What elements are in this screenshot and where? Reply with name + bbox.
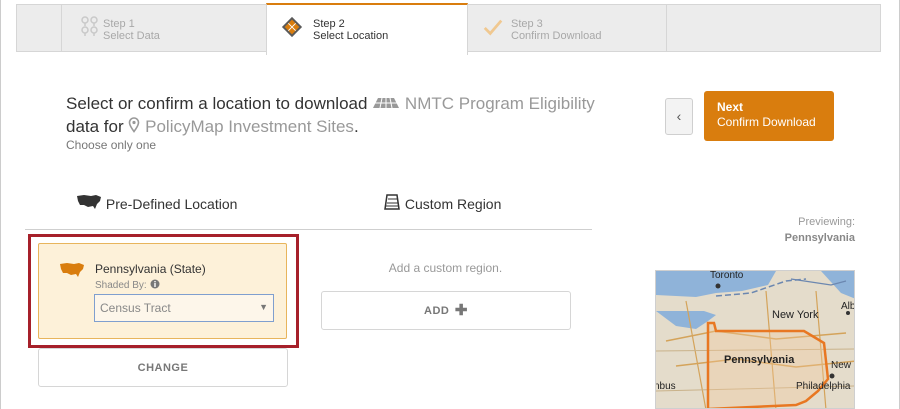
- shaded-by-label: Shaded By:: [95, 279, 160, 291]
- step-number: Step 3: [511, 18, 543, 30]
- map-label-alb: Alb: [841, 301, 855, 312]
- tab-custom-label: Custom Region: [404, 196, 502, 212]
- dropdown-arrow-icon: ▼: [259, 302, 268, 312]
- info-icon[interactable]: [150, 279, 160, 289]
- map-label-pennsylvania: Pennsylvania: [724, 354, 795, 366]
- next-button-subtitle: Confirm Download: [717, 115, 816, 129]
- usa-map-icon: [77, 195, 101, 209]
- map-label-new: New: [831, 360, 852, 371]
- location-card[interactable]: Pennsylvania (State) Shaded By: Census T…: [38, 243, 287, 339]
- custom-region-hint: Add a custom region.: [388, 261, 503, 275]
- step-label: Confirm Download: [511, 30, 602, 42]
- location-title: Pennsylvania (State): [95, 262, 206, 276]
- map-label-new-york: New York: [772, 309, 819, 321]
- step-number: Step 2: [313, 18, 345, 30]
- shaded-by-select[interactable]: Census Tract ▼: [94, 294, 274, 322]
- step-label: Select Data: [103, 30, 160, 42]
- usa-map-icon: [60, 263, 84, 277]
- step-3-confirm-download[interactable]: Step 3 Confirm Download: [466, 5, 667, 51]
- custom-shape-icon: [384, 194, 400, 210]
- preview-map[interactable]: Toronto Alb New York Pennsylvania New nb…: [655, 270, 855, 409]
- shaded-by-value: Census Tract: [100, 301, 171, 315]
- map-pin-icon: [129, 117, 140, 133]
- add-button-label: ADD: [424, 305, 450, 317]
- data-layer-icon: [373, 97, 400, 109]
- site-name: PolicyMap Investment Sites: [145, 117, 354, 136]
- next-button[interactable]: Next Confirm Download: [704, 91, 834, 141]
- preview-label: Previewing: Pennsylvania: [740, 214, 855, 246]
- next-button-title: Next: [717, 100, 744, 114]
- change-button[interactable]: CHANGE: [38, 348, 288, 387]
- heading-subtitle: Choose only one: [66, 138, 157, 152]
- add-custom-region-button[interactable]: ADD ✚: [321, 291, 571, 330]
- step-label: Select Location: [313, 30, 389, 42]
- step-progress-bar: Step 1 Select Data Step 2 Select Locatio…: [16, 3, 881, 55]
- map-label-toronto: Toronto: [710, 270, 744, 281]
- map-pins-icon: [81, 16, 98, 36]
- step-1-select-data[interactable]: Step 1 Select Data: [61, 5, 267, 51]
- step-spacer: [17, 5, 61, 51]
- heading-suffix: .: [353, 117, 359, 136]
- preview-name: Pennsylvania: [784, 232, 855, 244]
- tab-predefined-location[interactable]: Pre-Defined Location: [76, 193, 237, 212]
- tab-predefined-label: Pre-Defined Location: [105, 196, 238, 212]
- back-button[interactable]: ‹: [665, 98, 693, 135]
- dataset-name: NMTC Program Eligibility: [404, 94, 595, 113]
- map-label-nbus: nbus: [655, 381, 676, 392]
- tabs-divider: [25, 229, 592, 230]
- heading-middle: data for: [66, 117, 124, 136]
- tab-custom-region[interactable]: Custom Region: [383, 193, 501, 212]
- checkmark-icon: [483, 19, 503, 36]
- shaded-by-text: Shaded By:: [95, 280, 147, 291]
- layers-icon: [281, 16, 303, 38]
- plus-icon: ✚: [454, 302, 468, 319]
- step-number: Step 1: [103, 18, 135, 30]
- previewing-text: Previewing:: [798, 216, 855, 228]
- heading-prefix: Select or confirm a location to download: [66, 94, 368, 113]
- step-2-select-location[interactable]: Step 2 Select Location: [266, 3, 468, 55]
- map-label-philadelphia: Philadelphia: [796, 381, 851, 392]
- page-heading: Select or confirm a location to download…: [66, 92, 646, 138]
